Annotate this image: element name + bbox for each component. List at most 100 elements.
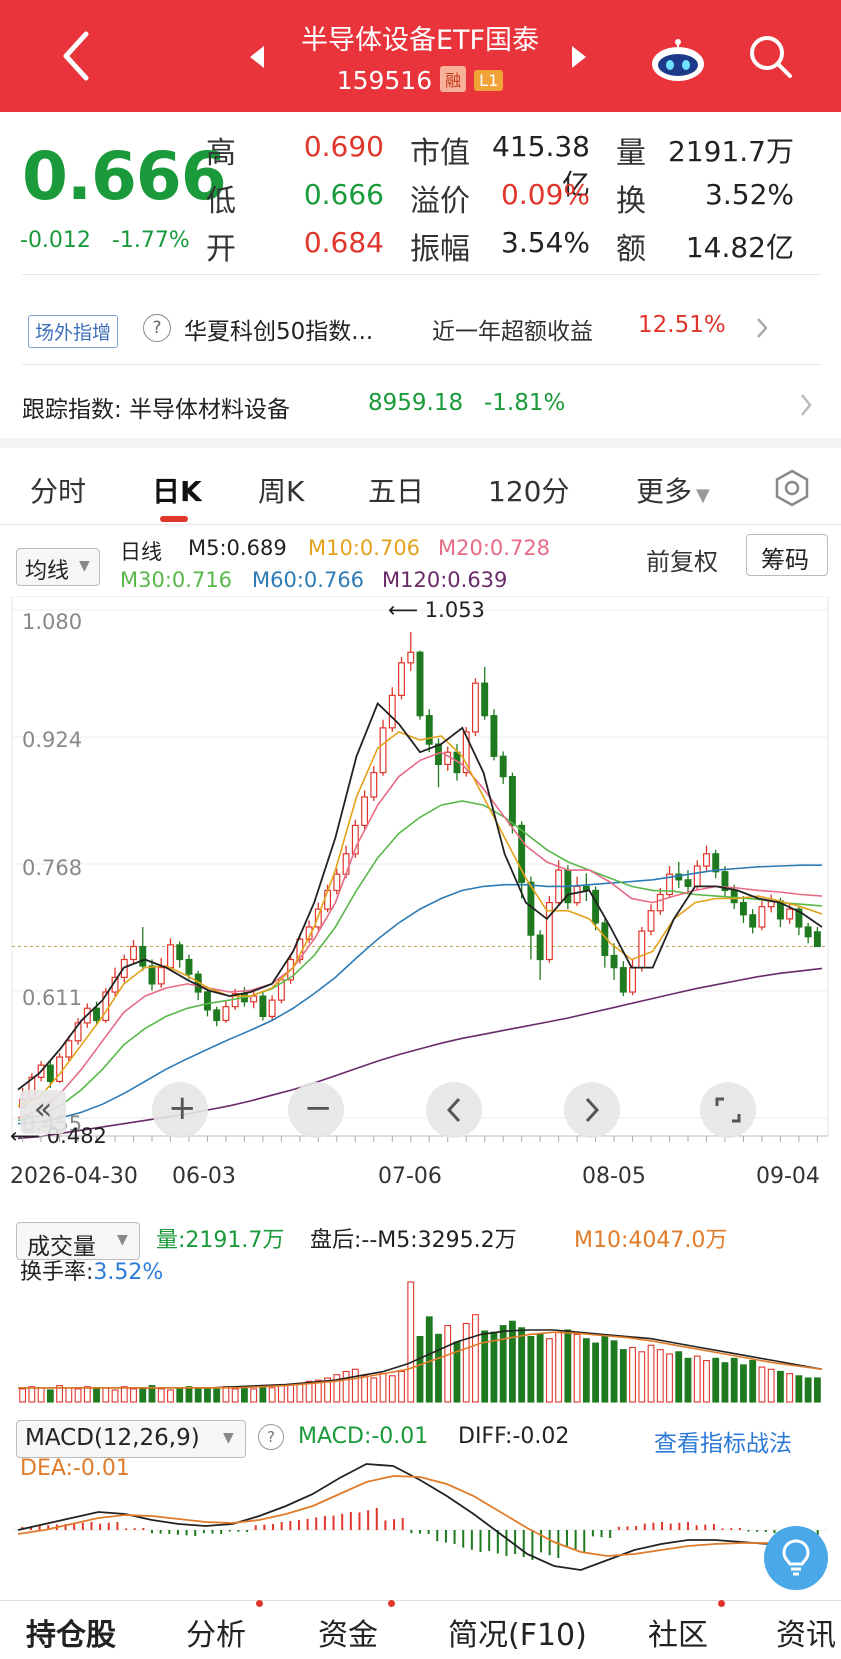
volume-bar <box>342 1370 350 1403</box>
high-value: 0.690 <box>303 130 384 163</box>
macd-indicator-selector[interactable]: MACD(12,26,9) ▼ <box>16 1420 246 1458</box>
volume-bar <box>786 1373 794 1403</box>
volume-bar <box>287 1383 295 1403</box>
volume-bar <box>65 1387 73 1403</box>
security-code-row: 159516 融 L1 <box>180 66 660 95</box>
arrow-left-icon: ⟵ <box>388 598 419 622</box>
volume-bar <box>545 1338 553 1403</box>
volume-bar <box>703 1359 710 1403</box>
candle-body <box>610 954 618 969</box>
candlestick-chart[interactable] <box>0 596 841 1162</box>
chip-distribution-button[interactable]: 筹码 <box>746 534 828 576</box>
volume-chart[interactable] <box>0 1252 841 1404</box>
candle-body <box>749 914 757 928</box>
volume-bar <box>111 1389 119 1403</box>
volume-bar <box>120 1386 128 1403</box>
open-value: 0.684 <box>303 226 384 259</box>
fullscreen-button[interactable] <box>700 1082 756 1138</box>
tab-funds[interactable]: 资金 <box>318 1610 378 1654</box>
chevron-right-icon[interactable] <box>798 392 814 418</box>
tab-holdings[interactable]: 持仓股 <box>26 1610 116 1654</box>
candle-body <box>268 999 276 1018</box>
candle-body <box>139 945 147 967</box>
volume-bar <box>776 1370 784 1403</box>
tips-button[interactable] <box>764 1526 828 1590</box>
notification-dot <box>256 1600 263 1607</box>
tab-weekly-k[interactable]: 周K <box>258 470 304 510</box>
tab-f10-profile[interactable]: 简况(F10) <box>448 1610 587 1654</box>
help-icon[interactable]: ? <box>143 314 171 342</box>
last-price: 0.666 <box>22 138 227 215</box>
settings-hexagon-icon[interactable] <box>772 468 812 508</box>
volume-bar <box>28 1386 36 1403</box>
high-price-marker: ⟵ 1.053 <box>388 598 485 622</box>
candle-body <box>490 715 498 757</box>
help-icon[interactable]: ? <box>258 1424 284 1450</box>
next-security-icon[interactable] <box>572 46 586 68</box>
volume-bar <box>555 1331 563 1403</box>
x-tick-label: 07-06 <box>378 1164 442 1189</box>
scroll-right-button[interactable] <box>564 1082 620 1138</box>
volume-bar <box>157 1388 165 1403</box>
macd-diff-line <box>17 1463 823 1571</box>
search-icon[interactable] <box>746 32 794 80</box>
chevron-right-icon[interactable] <box>754 316 770 340</box>
tab-community[interactable]: 社区 <box>648 1610 708 1654</box>
notification-dot <box>388 1600 395 1607</box>
divider <box>22 364 822 365</box>
fullscreen-icon <box>715 1097 741 1123</box>
tab-more[interactable]: 更多 ▼ <box>636 470 710 510</box>
ma20-value: M20:0.728 <box>438 536 551 560</box>
volume-bar <box>74 1388 82 1403</box>
robot-assistant-icon[interactable] <box>648 38 708 82</box>
candle-body <box>407 651 415 664</box>
candle-body <box>684 879 692 887</box>
tab-five-day[interactable]: 五日 <box>368 470 424 510</box>
volume-bar <box>93 1388 100 1403</box>
volume-bar <box>102 1387 110 1403</box>
volume-bar <box>629 1346 636 1403</box>
volume-bar <box>444 1325 452 1403</box>
candle-body <box>167 944 174 969</box>
tab-analysis[interactable]: 分析 <box>186 1610 246 1654</box>
volume-value: 2191.7万 <box>668 135 794 168</box>
y-tick-label: 1.080 <box>22 610 83 634</box>
tab-intraday[interactable]: 分时 <box>30 470 86 510</box>
indicator-strategy-link[interactable]: 查看指标战法 <box>654 1424 792 1458</box>
volume-bar <box>527 1335 535 1403</box>
volume-bar <box>398 1370 405 1403</box>
minus-icon: − <box>304 1088 333 1128</box>
section-gap <box>0 438 841 448</box>
tracking-index-label[interactable]: 跟踪指数: 半导体材料设备 <box>22 390 290 424</box>
volume-bar <box>19 1388 27 1403</box>
candle-body <box>213 1009 221 1022</box>
low-label: 低 <box>206 184 236 219</box>
x-tick-label: 06-03 <box>172 1164 236 1189</box>
rewind-icon[interactable]: « <box>20 1090 66 1134</box>
ma-selector[interactable]: 均线 ▼ <box>16 548 100 586</box>
scroll-left-button[interactable] <box>426 1082 482 1138</box>
volume-bar <box>130 1388 137 1403</box>
volume-bar <box>259 1386 267 1403</box>
candle-body <box>592 889 600 924</box>
candle-body <box>93 1007 101 1022</box>
back-arrow-icon[interactable] <box>52 26 100 86</box>
volume-bar <box>767 1368 775 1403</box>
tab-daily-k[interactable]: 日K <box>152 470 202 510</box>
tab-120min[interactable]: 120分 <box>488 470 569 510</box>
tab-news[interactable]: 资讯 <box>776 1610 836 1654</box>
volume-bar <box>83 1386 91 1403</box>
open-label: 开 <box>206 232 236 267</box>
volume-bar <box>804 1377 812 1403</box>
market-cap-label: 市值 <box>410 136 470 171</box>
price-adjust-mode[interactable]: 前复权 <box>646 542 718 577</box>
zoom-in-button[interactable]: + <box>152 1082 208 1138</box>
tab-more-label: 更多 <box>636 475 693 508</box>
tracking-index-change: -1.81% <box>484 390 566 416</box>
offmarket-fund-name[interactable]: 华夏科创50指数... <box>184 312 373 346</box>
excess-return-value: 12.51% <box>638 312 726 338</box>
zoom-out-button[interactable]: − <box>288 1082 344 1138</box>
volume-bar <box>240 1387 248 1403</box>
ma-line-m20 <box>17 751 823 1119</box>
macd-chart[interactable] <box>0 1460 841 1600</box>
